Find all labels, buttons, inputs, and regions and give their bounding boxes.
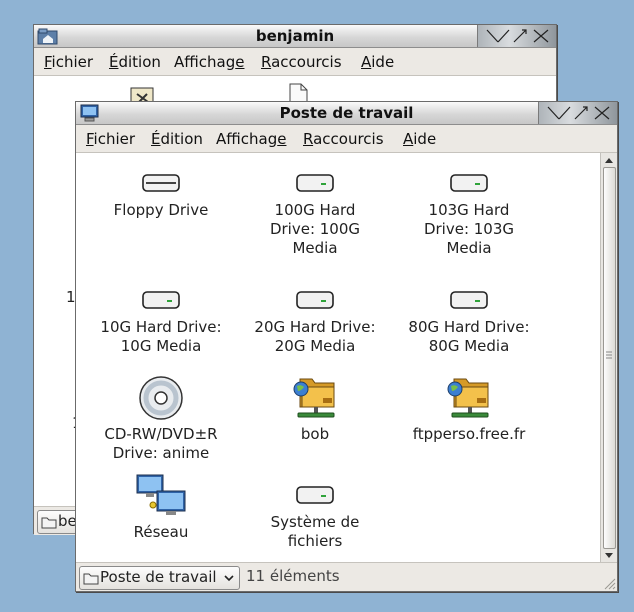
item-systeme-de-fichiers[interactable]: Système de fichiers xyxy=(240,481,390,551)
item-label: Réseau xyxy=(133,523,189,541)
item-bob[interactable]: bob xyxy=(240,373,390,444)
menu-edition[interactable]: Édition xyxy=(109,53,161,71)
minimize-icon xyxy=(486,29,510,43)
item-label: 10G Hard Drive: 10G Media xyxy=(100,318,222,355)
close-icon xyxy=(533,29,549,43)
menu-fichier[interactable]: Fichier xyxy=(44,53,93,71)
item-label: ftpperso.free.fr xyxy=(412,425,526,443)
location-combo[interactable]: Poste de travail xyxy=(79,566,240,590)
item-20g-hard-drive[interactable]: 20G Hard Drive: 20G Media xyxy=(240,286,390,356)
drive-icon xyxy=(296,174,334,192)
item-label: CD-RW/DVD±R Drive: anime xyxy=(104,425,218,462)
scroll-up-icon[interactable] xyxy=(601,153,617,167)
menu-affichage[interactable]: Affichage xyxy=(174,53,244,71)
close-icon xyxy=(594,106,610,120)
resize-grip-icon[interactable] xyxy=(602,576,616,590)
item-cd-rw-dvd-drive[interactable]: CD-RW/DVD±R Drive: anime xyxy=(86,375,236,463)
maximize-icon xyxy=(574,106,588,120)
drive-icon xyxy=(296,291,334,309)
scroll-grip-icon xyxy=(606,351,612,359)
item-reseau[interactable]: Réseau xyxy=(86,473,236,542)
title-bar[interactable]: benjamin xyxy=(34,25,556,48)
item-label: Système de fichiers xyxy=(270,513,360,550)
item-label: 80G Hard Drive: 80G Media xyxy=(408,318,530,355)
item-100g-hard-drive[interactable]: 100G Hard Drive: 100G Media xyxy=(240,169,390,258)
status-bar: Poste de travail 11 éléments xyxy=(76,562,617,591)
menu-raccourcis[interactable]: Raccourcis xyxy=(303,130,384,148)
network-folder-icon xyxy=(293,378,335,418)
menu-raccourcis[interactable]: Raccourcis xyxy=(261,53,342,71)
menu-edition[interactable]: Édition xyxy=(151,130,203,148)
item-103g-hard-drive[interactable]: 103G Hard Drive: 103G Media xyxy=(394,169,544,258)
window-controls xyxy=(538,102,617,124)
minimize-icon xyxy=(547,106,571,120)
item-count: 11 éléments xyxy=(246,567,340,585)
window-poste-de-travail[interactable]: Poste de travail Fichier Édition Afficha… xyxy=(75,101,618,592)
location-text: Poste de travail xyxy=(100,568,217,586)
drive-icon xyxy=(142,291,180,309)
folder-icon xyxy=(83,573,99,585)
drive-icon xyxy=(450,174,488,192)
cdrom-icon xyxy=(139,376,183,420)
window-controls xyxy=(477,25,556,47)
drive-icon xyxy=(450,291,488,309)
scroll-down-icon[interactable] xyxy=(601,549,617,563)
item-ftpperso-free-fr[interactable]: ftpperso.free.fr xyxy=(394,373,544,444)
window-title: Poste de travail xyxy=(279,104,414,122)
item-label: 20G Hard Drive: 20G Media xyxy=(254,318,376,355)
menu-fichier[interactable]: Fichier xyxy=(86,130,135,148)
title-bar[interactable]: Poste de travail xyxy=(76,102,617,125)
item-label: 103G Hard Drive: 103G Media xyxy=(423,201,515,257)
network-icon xyxy=(136,474,186,515)
menu-aide[interactable]: Aide xyxy=(361,53,394,71)
item-label: Floppy Drive xyxy=(113,201,209,219)
item-80g-hard-drive[interactable]: 80G Hard Drive: 80G Media xyxy=(394,286,544,356)
item-label: 100G Hard Drive: 100G Media xyxy=(269,201,361,257)
maximize-icon xyxy=(513,29,527,43)
location-text: be xyxy=(58,512,77,530)
drive-icon xyxy=(296,486,334,504)
menu-affichage[interactable]: Affichage xyxy=(216,130,286,148)
vertical-scrollbar[interactable] xyxy=(600,153,617,563)
item-label: bob xyxy=(300,425,330,443)
item-floppy-drive[interactable]: Floppy Drive xyxy=(86,169,236,220)
chevron-down-icon xyxy=(224,575,234,582)
file-view[interactable]: Floppy Drive 100G Hard Drive: 100G Media… xyxy=(76,153,617,563)
network-folder-icon xyxy=(447,378,489,418)
menu-bar: Fichier Édition Affichage Raccourcis Aid… xyxy=(76,125,617,153)
drive-icon xyxy=(142,174,180,192)
menu-bar: Fichier Édition Affichage Raccourcis Aid… xyxy=(34,48,556,76)
item-10g-hard-drive[interactable]: 10G Hard Drive: 10G Media xyxy=(86,286,236,356)
folder-icon xyxy=(41,517,57,529)
menu-aide[interactable]: Aide xyxy=(403,130,436,148)
